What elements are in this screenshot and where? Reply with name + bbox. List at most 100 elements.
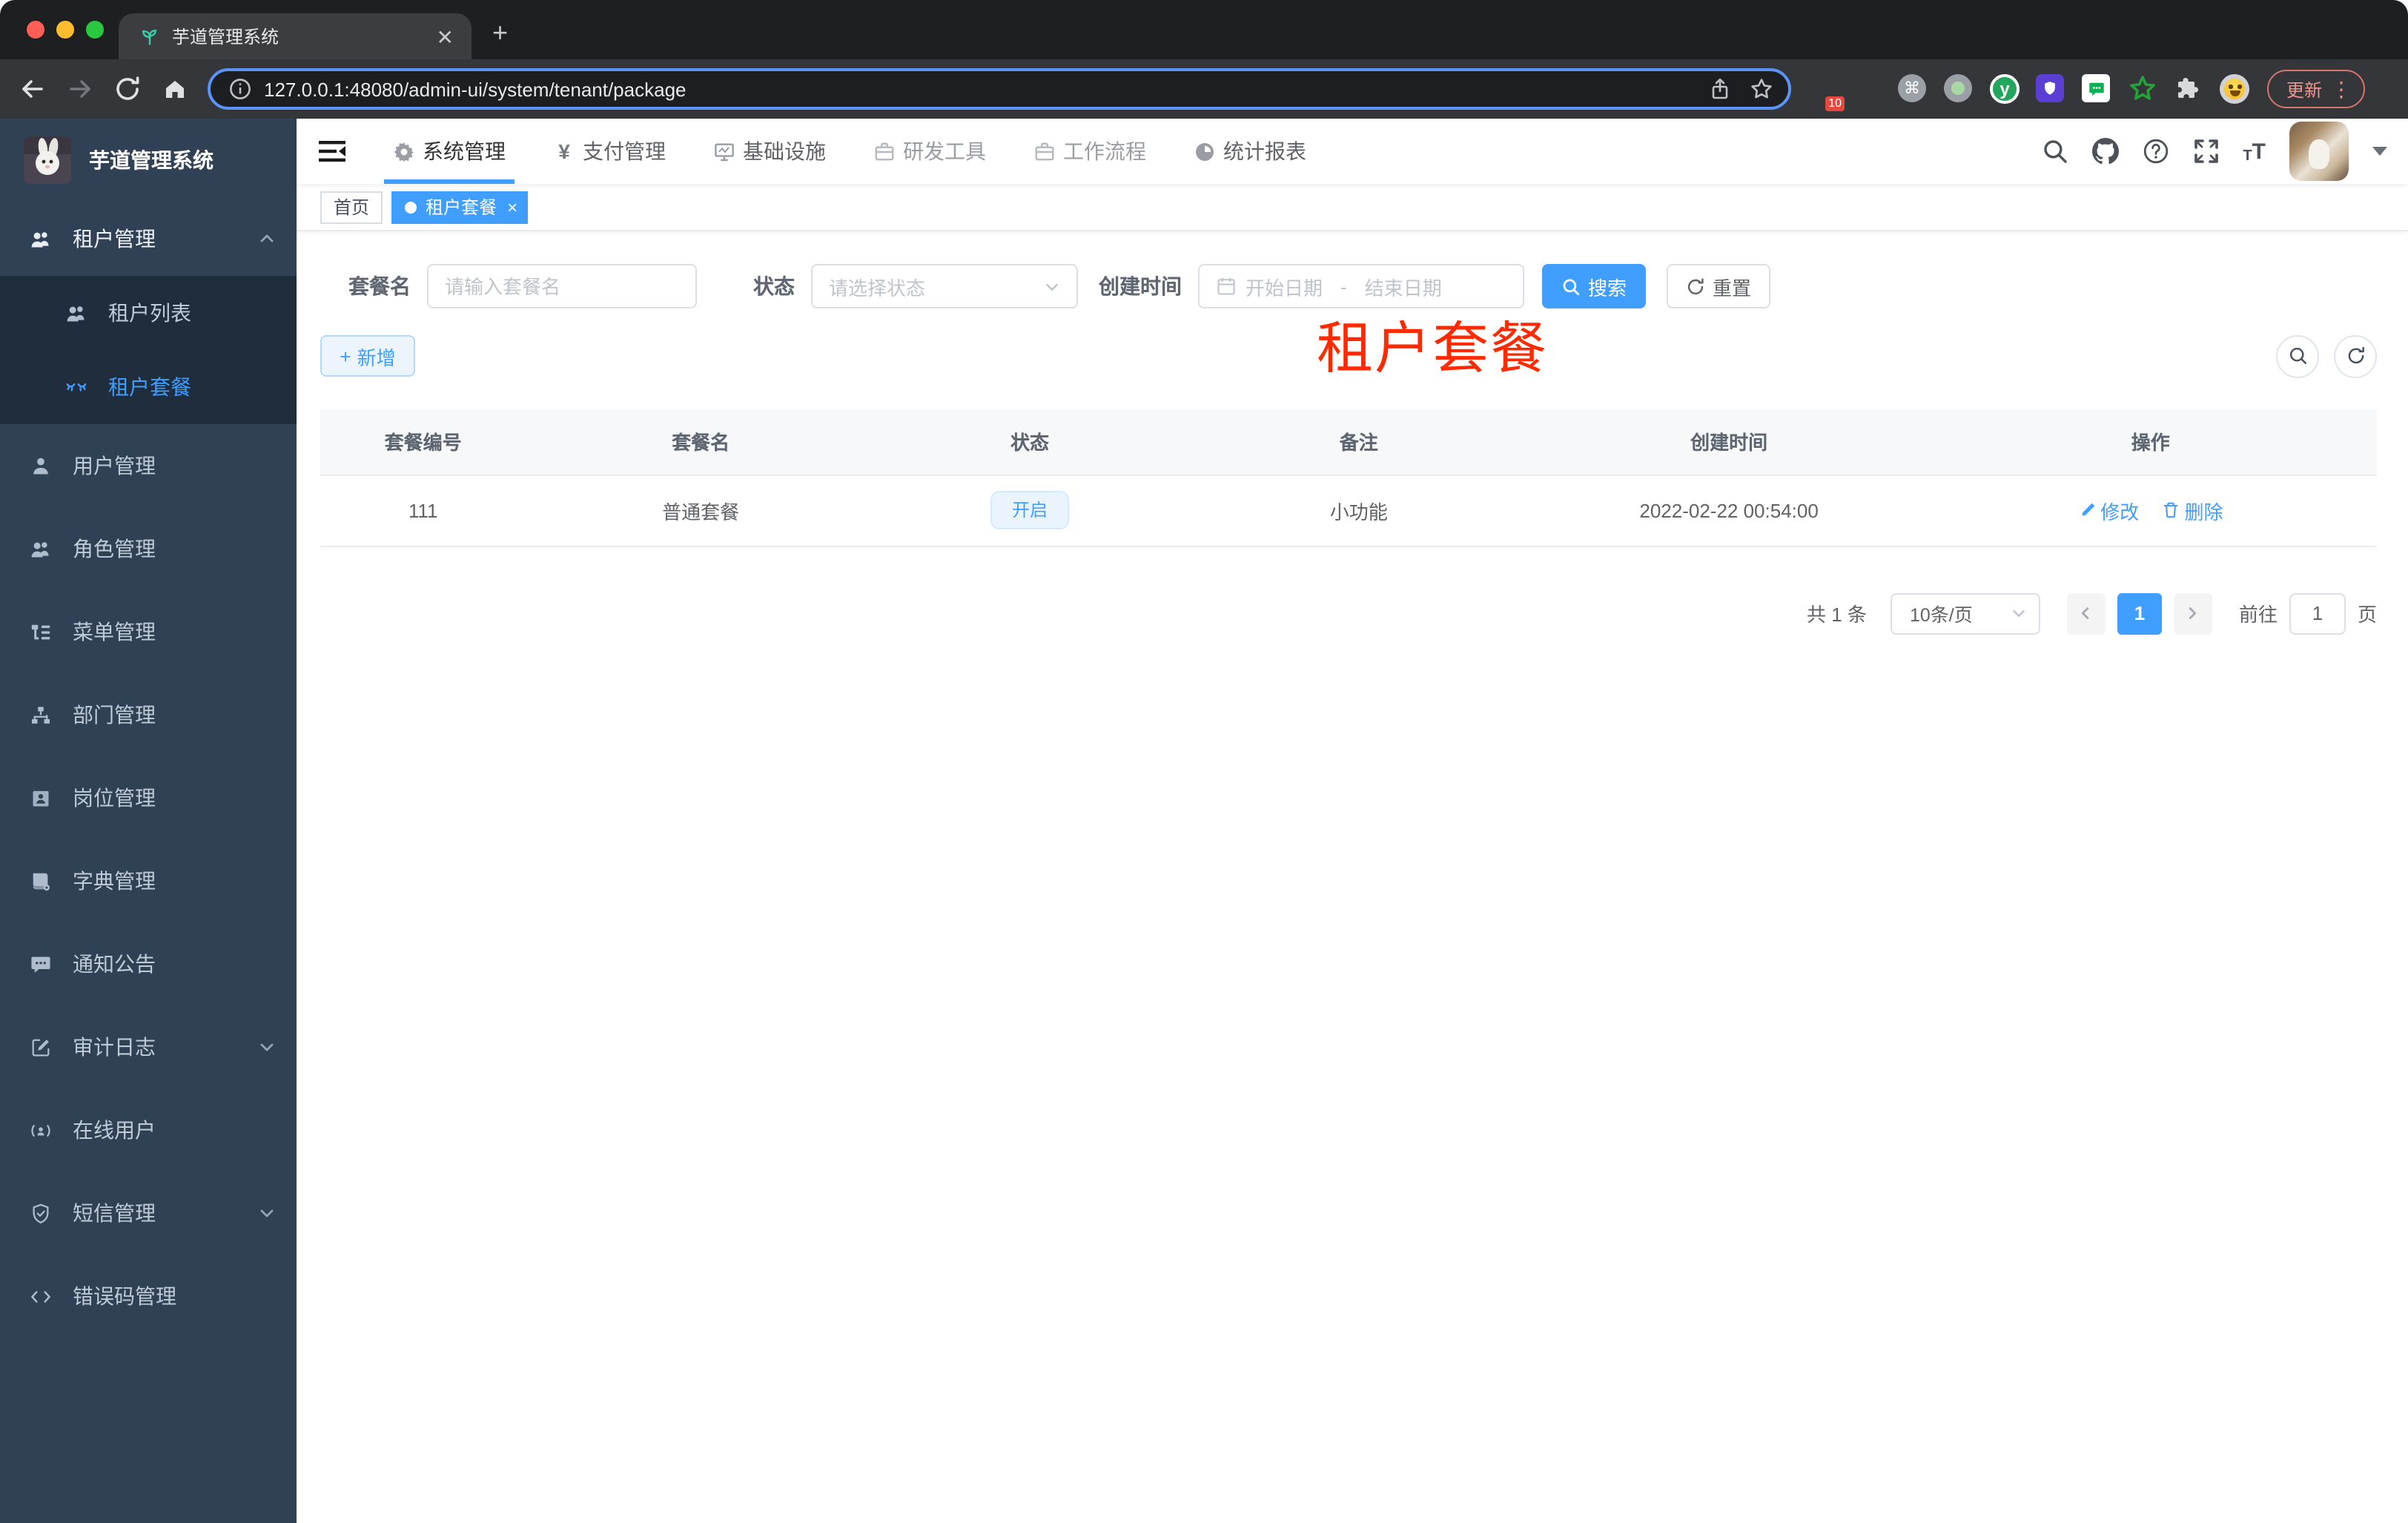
cell-status: 开启	[875, 475, 1185, 546]
navbar-right-tools: TT	[2041, 122, 2408, 181]
search-icon[interactable]	[2041, 138, 2068, 165]
tag-close-icon[interactable]: ×	[507, 198, 517, 216]
goto-page-input[interactable]	[2289, 592, 2346, 634]
extension-y-icon[interactable]: y	[1990, 74, 2020, 104]
sidebar-item-label: 在线用户	[73, 1118, 156, 1142]
sidebar-item-role-management[interactable]: 角色管理	[0, 507, 297, 590]
briefcase-icon	[875, 142, 894, 160]
search-button-label: 搜索	[1587, 277, 1627, 299]
delete-link-label: 删除	[2184, 500, 2223, 523]
sidebar-item-tenant-package[interactable]: 租户套餐	[0, 350, 297, 424]
topnav-workflow[interactable]: 工作流程	[1019, 119, 1161, 184]
window-minimize-button[interactable]	[56, 21, 74, 39]
menu-tree-icon	[31, 624, 50, 639]
package-name-input[interactable]	[427, 264, 697, 308]
extension-gem-icon[interactable]	[1852, 74, 1882, 104]
sidebar-item-notice[interactable]: 通知公告	[0, 922, 297, 1005]
reset-button[interactable]: 重置	[1667, 264, 1770, 308]
edit-link-label: 修改	[2100, 500, 2140, 523]
delete-link[interactable]: 删除	[2162, 496, 2223, 524]
sidebar-collapse-icon[interactable]	[319, 139, 345, 163]
tag-home[interactable]: 首页	[320, 191, 383, 223]
status-select[interactable]: 请选择状态	[811, 264, 1078, 308]
extension-emoji-icon[interactable]	[2220, 74, 2249, 104]
new-tab-button[interactable]: +	[492, 18, 508, 49]
browser-tab[interactable]: 芋道管理系统 ✕	[119, 13, 472, 59]
extension-command-icon[interactable]: ⌘	[1898, 74, 1928, 104]
topnav-payment[interactable]: ¥ 支付管理	[538, 119, 681, 184]
column-header-remark: 备注	[1184, 409, 1534, 475]
forward-icon[interactable]	[65, 74, 95, 104]
topnav-system[interactable]: 系统管理	[378, 119, 520, 184]
extension-chat-icon[interactable]	[2082, 74, 2111, 104]
sidebar-item-online-users[interactable]: 在线用户	[0, 1088, 297, 1172]
page-size-select[interactable]: 10条/页	[1890, 592, 2040, 634]
fullscreen-icon[interactable]	[2192, 138, 2219, 165]
url-text[interactable]: 127.0.0.1:48080/admin-ui/system/tenant/p…	[264, 78, 1708, 100]
package-name-field[interactable]	[445, 275, 679, 297]
plus-icon: +	[340, 345, 351, 367]
id-badge-icon	[33, 790, 49, 806]
end-date-placeholder[interactable]: 结束日期	[1365, 272, 1442, 300]
user-avatar[interactable]	[2289, 122, 2349, 181]
reload-icon[interactable]	[113, 74, 142, 104]
extension-diamond-icon[interactable]: 10	[1806, 74, 1845, 111]
add-button[interactable]: + 新增	[320, 335, 415, 377]
prev-page-button[interactable]	[2066, 592, 2106, 634]
tab-close-icon[interactable]: ✕	[434, 26, 457, 47]
window-maximize-button[interactable]	[86, 21, 104, 39]
chrome-update-button[interactable]: 更新 ⋮	[2267, 70, 2366, 108]
chevron-down-icon	[1046, 283, 1058, 290]
edit-link[interactable]: 修改	[2078, 496, 2139, 524]
chevron-right-icon	[2189, 607, 2197, 619]
user-menu-caret-icon[interactable]	[2372, 147, 2387, 156]
tag-tenant-package[interactable]: 租户套餐 ×	[391, 191, 529, 223]
site-info-icon[interactable]	[228, 77, 252, 101]
extensions-puzzle-icon[interactable]	[2174, 74, 2203, 104]
sidebar-item-audit-log[interactable]: 审计日志	[0, 1005, 297, 1088]
page-suffix-label: 页	[2357, 604, 2377, 626]
topnav-infrastructure[interactable]: 基础设施	[698, 119, 841, 184]
help-icon[interactable]	[2142, 138, 2169, 165]
sidebar-item-user-management[interactable]: 用户管理	[0, 424, 297, 507]
refresh-table-button[interactable]	[2334, 334, 2377, 377]
window-close-button[interactable]	[27, 21, 44, 39]
sidebar-item-dict-management[interactable]: 字典管理	[0, 839, 297, 922]
show-search-toggle-button[interactable]	[2276, 334, 2319, 377]
extension-record-icon[interactable]	[1944, 74, 1974, 104]
top-navigation: 系统管理 ¥ 支付管理 基础设施 研发工具 工作流程 统计报表	[378, 119, 1339, 184]
sidebar-item-label: 部门管理	[73, 703, 156, 727]
sidebar-item-tenant-management[interactable]: 租户管理	[0, 202, 297, 276]
sidebar-item-label: 租户管理	[73, 227, 156, 251]
sidebar-item-tenant-list[interactable]: 租户列表	[0, 276, 297, 350]
back-icon[interactable]	[18, 74, 47, 104]
date-range-picker[interactable]: 开始日期 - 结束日期	[1198, 264, 1524, 308]
sidebar-item-menu-management[interactable]: 菜单管理	[0, 590, 297, 673]
edit-log-icon	[32, 1038, 50, 1056]
current-page-button[interactable]: 1	[2117, 592, 2162, 634]
start-date-placeholder[interactable]: 开始日期	[1246, 272, 1323, 300]
extension-star-icon[interactable]	[2128, 74, 2157, 104]
address-bar[interactable]: 127.0.0.1:48080/admin-ui/system/tenant/p…	[208, 68, 1791, 110]
home-icon[interactable]	[160, 74, 190, 104]
next-page-button[interactable]	[2173, 592, 2212, 634]
sidebar-item-dept-management[interactable]: 部门管理	[0, 673, 297, 756]
app-logo-row[interactable]: 芋道管理系统	[0, 119, 297, 202]
bookmark-star-icon[interactable]	[1750, 77, 1773, 101]
github-icon[interactable]	[2091, 138, 2119, 165]
add-button-label: 新增	[357, 346, 396, 369]
topnav-dev-tools[interactable]: 研发工具	[859, 119, 1001, 184]
column-header-created: 创建时间	[1533, 409, 1925, 475]
topnav-label: 系统管理	[423, 139, 506, 163]
sidebar-item-post-management[interactable]: 岗位管理	[0, 756, 297, 839]
sidebar-item-error-code[interactable]: 错误码管理	[0, 1255, 297, 1338]
sidebar-item-sms-management[interactable]: 短信管理	[0, 1172, 297, 1255]
status-badge[interactable]: 开启	[990, 491, 1068, 529]
share-icon[interactable]	[1708, 77, 1732, 101]
refresh-icon	[2347, 346, 2364, 364]
browser-menu-icon[interactable]: ⋮	[2331, 76, 2352, 102]
topnav-reports[interactable]: 统计报表	[1179, 119, 1321, 184]
font-size-icon[interactable]: TT	[2243, 139, 2266, 164]
extension-shield-icon[interactable]	[2036, 74, 2065, 104]
search-button[interactable]: 搜索	[1542, 264, 1646, 308]
